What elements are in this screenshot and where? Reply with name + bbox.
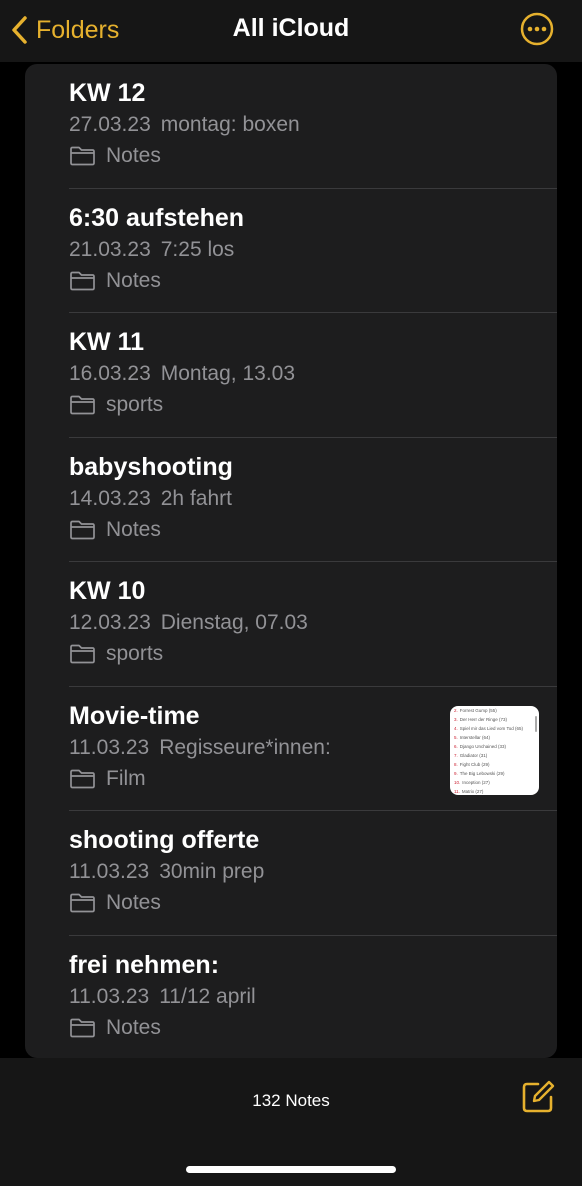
note-folder-label: Notes: [106, 268, 161, 292]
note-date: 12.03.23: [69, 611, 151, 634]
note-title: KW 10: [69, 577, 146, 605]
folder-icon: [70, 146, 95, 166]
folder-icon: [70, 769, 95, 788]
note-row[interactable]: frei nehmen: 11.03.23 11/12 april Notes: [25, 936, 557, 1059]
folder-icon: [70, 520, 95, 539]
note-preview: 7:25 los: [160, 237, 235, 261]
notes-count: 132 Notes: [252, 1091, 330, 1110]
ellipsis-circle-icon[interactable]: [520, 12, 554, 46]
note-folder: Notes: [69, 267, 547, 295]
folder-icon: [70, 893, 95, 913]
navigation-bar: Folders All iCloud: [0, 0, 582, 62]
note-date: 16.03.23: [69, 362, 151, 385]
note-folder-label: Notes: [106, 891, 161, 914]
note-date: 21.03.23: [69, 237, 151, 261]
folder-icon: [70, 271, 95, 290]
thumbnail-line: 11. Matrix (27): [454, 788, 484, 794]
note-title: KW 11: [69, 328, 145, 356]
note-folder: Notes: [69, 142, 547, 170]
thumbnail-line: 10. Inception (27): [454, 779, 490, 785]
note-preview: Dienstag, 07.03: [160, 611, 308, 634]
note-title: shooting offerte: [69, 826, 260, 854]
page-title: All iCloud: [232, 14, 350, 42]
thumbnail-line: 7. Gladiator (31): [454, 752, 488, 758]
note-title: frei nehmen:: [69, 950, 220, 979]
thumbnail-scrollbar: [535, 715, 537, 732]
notes-list: KW 12 27.03.23 montag: boxen Notes 6:30 aufs…: [25, 64, 557, 1058]
thumbnail-line: 8. Fight Club (29): [454, 761, 490, 767]
note-date: 27.03.23: [69, 113, 151, 136]
note-title: babyshooting: [69, 452, 233, 481]
note-meta: 27.03.23 montag: boxen: [69, 111, 547, 139]
bottom-toolbar: 132 Notes: [0, 1058, 582, 1186]
folder-icon: [70, 1018, 95, 1037]
note-folder-label: Notes: [106, 1015, 161, 1039]
note-title: 6:30 aufstehen: [69, 203, 245, 232]
compose-icon[interactable]: [518, 1077, 558, 1117]
note-folder-label: Film: [106, 766, 146, 790]
note-row[interactable]: shooting offerte 11.03.23 30min prep Notes: [25, 811, 557, 936]
note-meta: 21.03.23 7:25 los: [69, 236, 547, 264]
note-date: 11.03.23: [69, 735, 150, 759]
note-date: 14.03.23: [69, 486, 151, 510]
note-preview: Regisseure*innen:: [159, 735, 331, 759]
note-folder: sports: [69, 391, 547, 419]
note-row[interactable]: KW 10 12.03.23 Dienstag, 07.03 sports: [25, 562, 557, 687]
note-date: 11.03.23: [69, 860, 150, 883]
thumbnail-line: 6. Django Unchained (33): [454, 743, 507, 749]
note-row[interactable]: KW 12 27.03.23 montag: boxen Notes: [25, 64, 557, 189]
thumbnail-line: 4. Spiel mir das Lied vom Tod (65): [454, 725, 523, 731]
note-row[interactable]: KW 11 16.03.23 Montag, 13.03 sports: [25, 313, 557, 438]
note-meta: 12.03.23 Dienstag, 07.03: [69, 609, 547, 637]
note-meta: 14.03.23 2h fahrt: [69, 485, 547, 513]
thumbnail-line: 2. Forrest Gump (55): [454, 707, 497, 713]
note-date: 11.03.23: [69, 984, 150, 1008]
note-folder: sports: [69, 640, 547, 668]
note-preview: 2h fahrt: [160, 486, 232, 510]
note-folder: Notes: [69, 1014, 547, 1042]
note-row[interactable]: babyshooting 14.03.23 2h fahrt Notes: [25, 438, 557, 562]
note-preview: montag: boxen: [160, 113, 300, 136]
folder-icon: [70, 644, 95, 664]
thumbnail-line: 5. Interstellar (64): [454, 734, 491, 740]
note-preview: Montag, 13.03: [160, 362, 296, 385]
note-folder-label: sports: [106, 393, 164, 416]
note-meta: 11.03.23 30min prep: [69, 858, 547, 886]
thumbnail-line: 9. The Big Lebowski (29): [454, 770, 505, 776]
thumbnail-line: 3. Der Herr der Ringe (73): [454, 716, 508, 722]
note-preview: 11/12 april: [159, 984, 256, 1008]
note-folder-label: sports: [106, 642, 164, 665]
note-row[interactable]: 6:30 aufstehen 21.03.23 7:25 los Notes: [25, 189, 557, 313]
note-meta: 16.03.23 Montag, 13.03: [69, 360, 547, 388]
note-folder: Notes: [69, 889, 547, 917]
note-folder-label: Notes: [106, 144, 161, 167]
note-folder-label: Notes: [106, 517, 161, 541]
note-row[interactable]: Movie-time 11.03.23 Regisseure*innen: Film 2…: [25, 687, 557, 811]
folder-icon: [70, 395, 95, 415]
note-folder: Notes: [69, 516, 547, 544]
home-indicator: [186, 1166, 396, 1173]
note-meta: 11.03.23 11/12 april: [69, 983, 547, 1011]
note-preview: 30min prep: [159, 860, 265, 883]
note-title: KW 12: [69, 79, 146, 107]
note-thumbnail: 2. Forrest Gump (55) 3. Der Herr der Ringe …: [450, 705, 539, 795]
